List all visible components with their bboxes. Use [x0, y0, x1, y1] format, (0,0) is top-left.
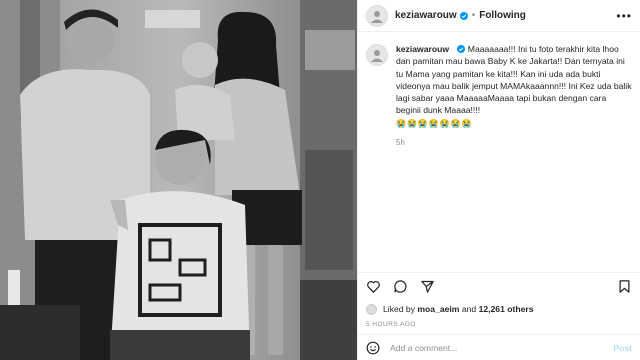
- post-viewer: keziawarouw • Following ••• keziawarouw …: [0, 0, 640, 360]
- comments-section: keziawarouw Maaaaaaa!!! Ini tu foto tera…: [358, 32, 640, 272]
- caption-emojis: 😭😭😭😭😭😭😭: [396, 118, 473, 128]
- liked-by-and: and: [459, 304, 479, 314]
- avatar[interactable]: [366, 4, 388, 27]
- following-button[interactable]: Following: [479, 10, 526, 21]
- post-photo-image: [0, 0, 357, 360]
- user-avatar-icon: [371, 10, 383, 23]
- likes-count[interactable]: 12,261 others: [479, 304, 534, 314]
- liked-by-user[interactable]: moa_aeim: [417, 304, 459, 314]
- caption-row: keziawarouw Maaaaaaa!!! Ini tu foto tera…: [366, 43, 632, 130]
- caption-username[interactable]: keziawarouw: [396, 44, 449, 54]
- comment-icon[interactable]: [393, 279, 408, 294]
- liked-by-label: Liked by: [383, 304, 418, 314]
- liker-avatar[interactable]: [366, 303, 377, 315]
- username-link[interactable]: keziawarouw: [395, 10, 457, 21]
- caption-text: keziawarouw Maaaaaaa!!! Ini tu foto tera…: [396, 43, 632, 130]
- caption-body: Maaaaaaa!!! Ini tu foto terakhir kita lh…: [396, 44, 632, 116]
- user-avatar-icon: [371, 50, 383, 62]
- caption-avatar[interactable]: [366, 44, 388, 66]
- action-bar: [358, 272, 640, 300]
- bookmark-icon[interactable]: [617, 279, 632, 294]
- smile-icon[interactable]: [366, 341, 380, 355]
- add-comment-bar: Add a comment... Post: [358, 334, 640, 360]
- post-photo[interactable]: [0, 0, 358, 360]
- post-sidebar: keziawarouw • Following ••• keziawarouw …: [358, 0, 640, 360]
- share-icon[interactable]: [420, 279, 435, 294]
- verified-icon: [459, 11, 468, 20]
- post-header: keziawarouw • Following •••: [358, 0, 640, 32]
- post-comment-button[interactable]: Post: [613, 343, 632, 353]
- more-icon[interactable]: •••: [616, 9, 632, 23]
- heart-icon[interactable]: [366, 279, 381, 294]
- comment-time: 5h: [396, 138, 405, 148]
- comment-input[interactable]: Add a comment...: [390, 343, 457, 353]
- post-time-ago[interactable]: 5 HOURS AGO: [358, 318, 640, 334]
- verified-icon: [457, 45, 466, 53]
- likes-row: Liked by moa_aeim and 12,261 others: [358, 300, 640, 318]
- separator-dot: •: [471, 10, 476, 21]
